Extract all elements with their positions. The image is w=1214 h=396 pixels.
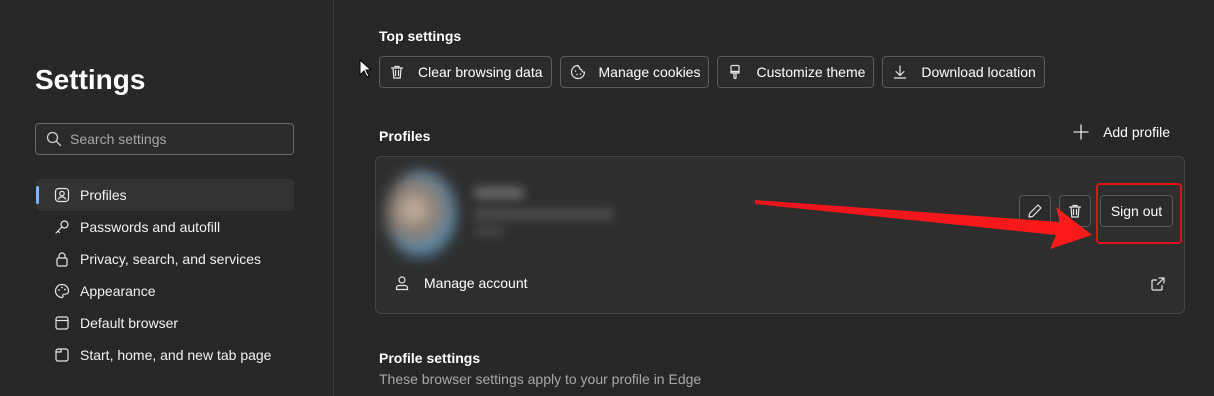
chip-label: Download location: [921, 64, 1036, 80]
chip-label: Manage cookies: [598, 64, 701, 80]
profiles-heading: Profiles: [379, 128, 431, 144]
sidebar-item-default-browser[interactable]: Default browser: [36, 307, 294, 339]
sign-out-button[interactable]: Sign out: [1100, 195, 1173, 227]
pencil-icon: [1028, 204, 1042, 218]
sidebar-nav: Profiles Passwords and autofill Privacy,…: [36, 179, 294, 371]
key-icon: [53, 218, 71, 236]
manage-account-label: Manage account: [424, 275, 528, 291]
sidebar-item-label: Appearance: [80, 283, 156, 299]
profile-settings-subtitle: These browser settings apply to your pro…: [379, 371, 702, 387]
avatar: [386, 171, 456, 257]
top-settings-buttons: Clear browsing data Manage cookies Custo…: [379, 56, 1045, 88]
person-icon: [394, 275, 410, 291]
sidebar-item-label: Passwords and autofill: [80, 219, 221, 235]
sidebar-item-profiles[interactable]: Profiles: [36, 179, 294, 211]
sidebar-item-label: Default browser: [80, 315, 179, 331]
sidebar: Settings Profiles Passwords and autofill: [0, 0, 334, 396]
chip-label: Customize theme: [756, 64, 866, 80]
profile-email-blurred: [474, 210, 614, 219]
manage-account-link[interactable]: Manage account: [394, 275, 528, 291]
palette-icon: [53, 282, 71, 300]
external-link-icon[interactable]: [1150, 276, 1166, 292]
download-icon: [891, 63, 909, 81]
manage-cookies-button[interactable]: Manage cookies: [559, 56, 710, 88]
customize-theme-button[interactable]: Customize theme: [717, 56, 875, 88]
lock-icon: [53, 250, 71, 268]
clear-browsing-data-button[interactable]: Clear browsing data: [379, 56, 552, 88]
search-icon: [46, 131, 62, 147]
add-profile-label: Add profile: [1103, 124, 1170, 140]
settings-window: Settings Profiles Passwords and autofill: [0, 0, 1214, 396]
download-location-button[interactable]: Download location: [882, 56, 1045, 88]
trash-icon: [1068, 204, 1082, 218]
search-box[interactable]: [35, 123, 294, 155]
sidebar-item-passwords[interactable]: Passwords and autofill: [36, 211, 294, 243]
chip-label: Clear browsing data: [418, 64, 543, 80]
sidebar-item-start-home[interactable]: Start, home, and new tab page: [36, 339, 294, 371]
plus-icon: [1073, 124, 1089, 140]
mouse-cursor-icon: [359, 59, 373, 78]
profile-name-blurred: [474, 187, 524, 199]
browser-icon: [53, 314, 71, 332]
delete-profile-button[interactable]: [1059, 195, 1091, 227]
main-content: Top settings Clear browsing data Manage …: [335, 0, 1214, 396]
page-title: Settings: [35, 64, 146, 95]
sidebar-item-appearance[interactable]: Appearance: [36, 275, 294, 307]
profile-card: Sign out Manage account: [375, 156, 1185, 314]
sidebar-item-label: Profiles: [80, 187, 127, 203]
cookie-icon: [569, 63, 587, 81]
brush-icon: [726, 63, 744, 81]
tab-page-icon: [53, 346, 71, 364]
profile-icon: [53, 186, 71, 204]
profile-status-blurred: [474, 227, 504, 235]
profile-settings-heading: Profile settings: [379, 350, 481, 366]
sidebar-item-label: Start, home, and new tab page: [80, 347, 272, 363]
sidebar-item-privacy[interactable]: Privacy, search, and services: [36, 243, 294, 275]
search-input[interactable]: [70, 131, 290, 147]
add-profile-button[interactable]: Add profile: [1073, 124, 1170, 140]
edit-profile-button[interactable]: [1019, 195, 1051, 227]
top-settings-heading: Top settings: [379, 28, 462, 44]
trash-icon: [388, 63, 406, 81]
sidebar-item-label: Privacy, search, and services: [80, 251, 262, 267]
